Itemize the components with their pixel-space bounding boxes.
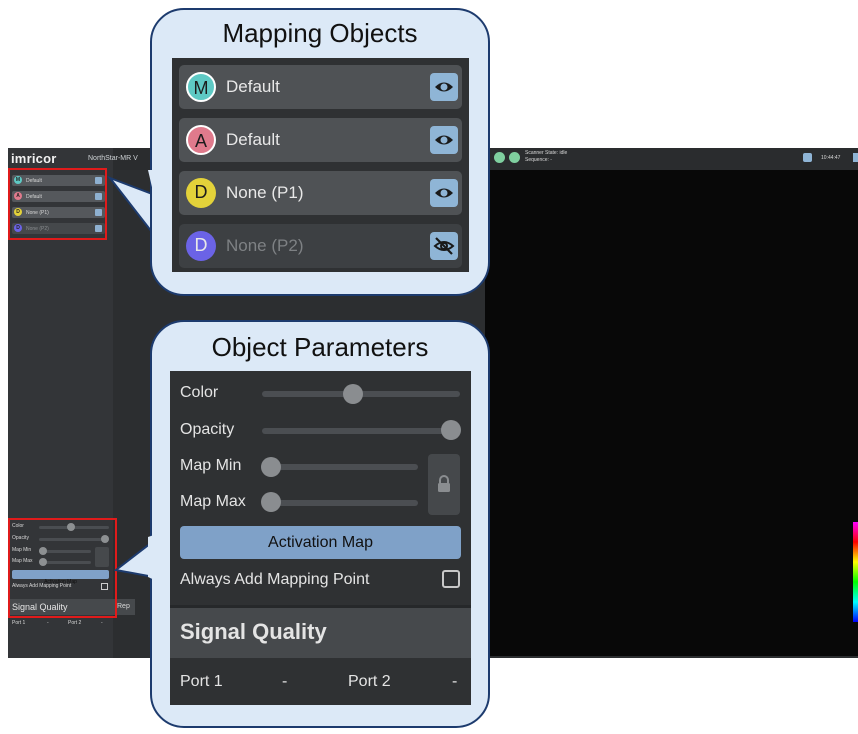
range-lock-button[interactable] <box>428 454 460 515</box>
map-min-slider-knob[interactable] <box>261 457 281 477</box>
lock-icon <box>438 475 450 492</box>
visibility-toggle-button[interactable] <box>430 73 458 101</box>
map-max-slider-track[interactable] <box>262 500 418 506</box>
object-label: None (P2) <box>226 236 304 255</box>
callout-objects-title: Mapping Objects <box>222 18 418 48</box>
port1-value: - <box>282 673 288 690</box>
visibility-toggle-button[interactable] <box>430 179 458 207</box>
color-label: Color <box>180 384 219 401</box>
eye-icon <box>435 135 453 145</box>
mr-viewport[interactable] <box>485 170 858 656</box>
activation-map-button[interactable]: Activation Map <box>180 526 461 559</box>
map-max-slider-knob[interactable] <box>261 492 281 512</box>
opacity-label: Opacity <box>180 421 235 438</box>
menu-icon[interactable] <box>853 153 858 162</box>
mini-port2-label: Port 2 <box>68 620 82 626</box>
highlight-box-objects <box>8 168 107 240</box>
object-parameters-panel: Color Opacity Map Min Map Max Activation… <box>170 371 471 705</box>
calendar-icon[interactable] <box>803 153 812 162</box>
visibility-toggle-button[interactable] <box>430 126 458 154</box>
eye-icon <box>435 188 453 198</box>
always-add-checkbox[interactable] <box>442 570 460 588</box>
eye-icon <box>435 82 453 92</box>
opacity-slider-knob[interactable] <box>441 420 461 440</box>
callout-params-title: Object Parameters <box>211 332 429 362</box>
port2-label: Port 2 <box>348 673 391 690</box>
product-title: NorthStar-MR V <box>88 155 138 162</box>
always-add-label: Always Add Mapping Point <box>180 571 370 588</box>
opacity-slider-track[interactable] <box>262 428 460 434</box>
color-slider-knob[interactable] <box>343 384 363 404</box>
status-indicator-icon <box>494 152 505 163</box>
status-indicator-icon <box>509 152 520 163</box>
map-max-label: Map Max <box>180 493 246 510</box>
highlight-box-params <box>8 518 117 618</box>
signal-quality-title: Signal Quality <box>180 619 327 644</box>
object-label: None (P1) <box>226 183 304 202</box>
clock: 10:44:47 <box>821 155 841 161</box>
mapping-object-row[interactable]: D None (P2) <box>179 224 462 268</box>
object-label: Default <box>226 77 280 96</box>
scanner-state: Scanner State: idle <box>525 150 568 156</box>
map-min-slider-track[interactable] <box>262 464 418 470</box>
app-logo: imricor <box>11 151 57 166</box>
object-label: Default <box>226 130 280 149</box>
object-badge-d: D <box>186 178 216 208</box>
mapping-objects-panel: M Default A Default D None (P1) D None (… <box>172 58 469 272</box>
object-badge-a: A <box>186 125 216 155</box>
mini-port1-label: Port 1 <box>12 620 26 626</box>
mini-port2-value: - <box>101 620 103 626</box>
mapping-object-row[interactable]: M Default <box>179 65 462 109</box>
mapping-object-row[interactable]: D None (P1) <box>179 171 462 215</box>
sequence-label: Sequence: - <box>525 157 552 163</box>
signal-quality-header: Signal Quality <box>170 608 471 658</box>
port2-value: - <box>452 673 458 690</box>
object-badge-d: D <box>186 231 216 261</box>
mapping-object-row[interactable]: A Default <box>179 118 462 162</box>
color-scale-bar <box>853 522 858 622</box>
object-badge-m: M <box>186 72 216 102</box>
port1-label: Port 1 <box>180 673 223 690</box>
mini-port1-value: - <box>47 620 49 626</box>
visibility-toggle-button[interactable] <box>430 232 458 260</box>
map-min-label: Map Min <box>180 457 242 474</box>
activation-map-label: Activation Map <box>268 534 373 551</box>
eye-off-icon <box>433 237 455 255</box>
